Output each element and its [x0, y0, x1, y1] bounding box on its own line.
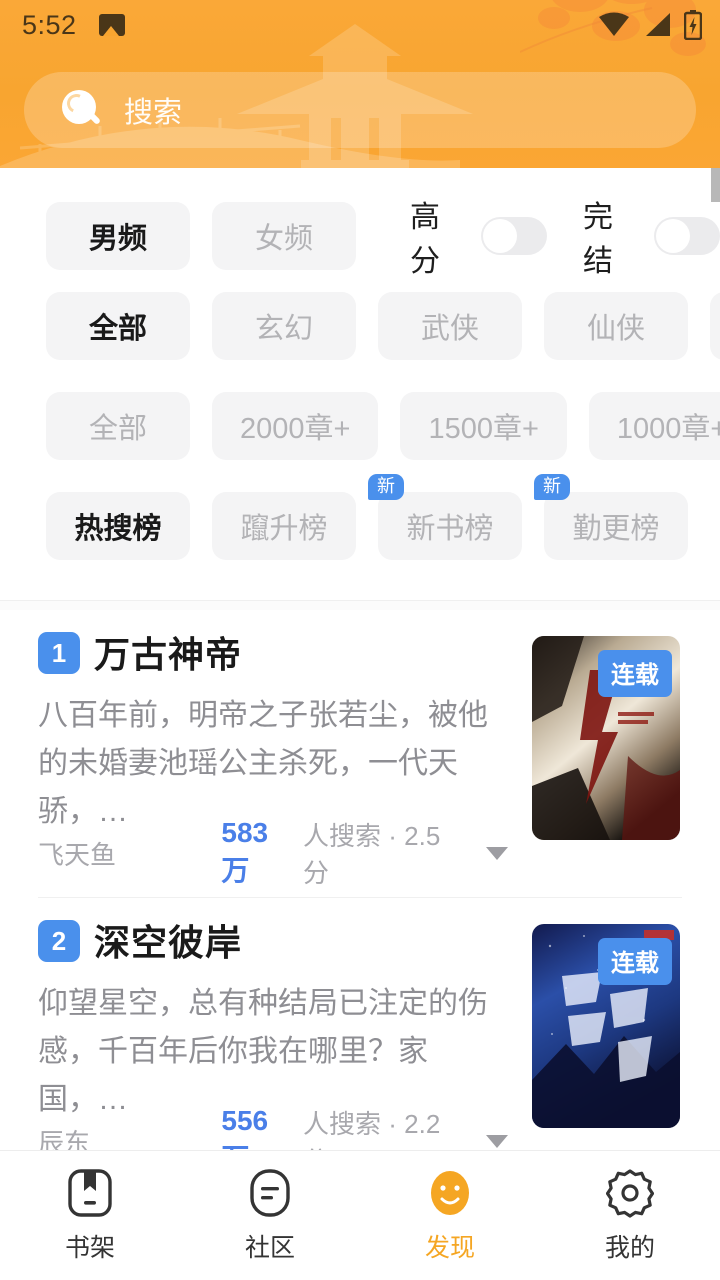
book-description: 八百年前，明帝之子张若尘，被他的未婚妻池瑶公主杀死，一代天骄，…: [38, 699, 488, 828]
new-badge: 新: [368, 474, 404, 500]
chip-category-xuanhuan[interactable]: 玄幻: [212, 292, 356, 360]
chip-rank-frequent-label: 勤更榜: [572, 513, 660, 545]
chip-category-qihuan[interactable]: 奇幻: [710, 292, 720, 360]
bottom-navigation: 书架 社区 发现 我的: [0, 1150, 720, 1280]
smiley-discover-icon: [431, 1170, 469, 1215]
book-list-item[interactable]: 2 深空彼岸 仰望星空，总有种结局已注定的伤感，千百年后你我在哪里？家国，… 辰…: [0, 898, 720, 1150]
image-icon: [98, 14, 125, 36]
filter-row-category: 全部 玄幻 武侠 仙侠 奇幻: [0, 292, 720, 360]
gear-profile-icon: [606, 1168, 654, 1218]
rank-badge: 2: [38, 920, 80, 962]
cellular-signal-icon: [646, 13, 670, 36]
toggle-finished[interactable]: 完结: [583, 192, 720, 280]
chip-category-xianxia[interactable]: 仙侠: [544, 292, 688, 360]
search-icon: [62, 90, 102, 130]
chip-length-2000[interactable]: 2000章+: [212, 392, 379, 460]
filter-row-ranking: 热搜榜 躥升榜 新 新书榜 新 勤更榜: [0, 474, 688, 560]
book-author: 辰东: [38, 1127, 91, 1151]
book-meta-rest: 人搜索 · 2.5分: [303, 821, 441, 888]
chip-length-1500[interactable]: 1500章+: [400, 392, 567, 460]
battery-charging-icon: [684, 10, 702, 40]
chip-category-wuxia[interactable]: 武侠: [378, 292, 522, 360]
book-list-item[interactable]: 1 万古神帝 八百年前，明帝之子张若尘，被他的未婚妻池瑶公主杀死，一代天骄，… …: [0, 610, 720, 898]
nav-item-profile[interactable]: 我的: [540, 1168, 720, 1264]
filter-row-audience: 男频 女频 高分 完结: [0, 192, 720, 280]
book-meta-rest: 人搜索 · 2.2分: [303, 1109, 441, 1150]
search-bar[interactable]: 搜索: [24, 72, 696, 148]
wifi-icon: [599, 12, 629, 36]
bookshelf-icon: [68, 1168, 112, 1217]
book-meta: 辰东 556万 人搜索 · 2.2分: [38, 1104, 508, 1150]
chip-rank-newbook-label: 新书榜: [406, 513, 494, 545]
chip-length-1000[interactable]: 1000章+: [588, 392, 720, 460]
chip-rank-newbook[interactable]: 新 新书榜: [368, 474, 522, 560]
chip-rank-frequent[interactable]: 新 勤更榜: [534, 474, 688, 560]
status-badge: 连载: [598, 650, 672, 697]
nav-item-profile-label: 我的: [604, 1233, 655, 1262]
app-header: 5:52 搜索: [0, 0, 720, 168]
chip-audience-male[interactable]: 男频: [46, 202, 190, 270]
chip-audience-female[interactable]: 女频: [212, 202, 356, 270]
nav-item-discover-label: 发现: [424, 1233, 475, 1262]
toggle-finished-switch[interactable]: [654, 217, 720, 255]
book-cover[interactable]: 连载: [532, 636, 680, 840]
chip-rank-hot[interactable]: 热搜榜: [46, 492, 190, 560]
book-author: 飞天鱼: [38, 839, 117, 870]
search-input[interactable]: 搜索: [124, 89, 182, 131]
panel-gap: [0, 601, 720, 610]
nav-item-community[interactable]: 社区: [180, 1168, 360, 1264]
nav-item-community-label: 社区: [244, 1233, 295, 1262]
chip-category-all[interactable]: 全部: [46, 292, 190, 360]
chip-length-all[interactable]: 全部: [46, 392, 190, 460]
nav-item-bookshelf-label: 书架: [64, 1233, 115, 1262]
status-bar: 5:52: [0, 0, 720, 50]
book-title[interactable]: 深空彼岸: [94, 914, 242, 966]
nav-item-bookshelf[interactable]: 书架: [0, 1168, 180, 1264]
book-cover[interactable]: 连载: [532, 924, 680, 1128]
book-title[interactable]: 万古神帝: [94, 626, 242, 678]
community-icon: [250, 1168, 290, 1217]
toggle-high-score-label: 高分: [410, 201, 440, 278]
expand-caret-icon[interactable]: [486, 1134, 508, 1148]
filter-panel: 男频 女频 高分 完结 全部 玄幻 武侠 仙侠 奇幻 全部 2000章+ 150…: [0, 168, 720, 600]
book-meta: 飞天鱼 583万 人搜索 · 2.5分: [38, 816, 508, 890]
book-list[interactable]: 1 万古神帝 八百年前，明帝之子张若尘，被他的未婚妻池瑶公主杀死，一代天骄，… …: [0, 610, 720, 1150]
chip-rank-rising[interactable]: 躥升榜: [212, 492, 356, 560]
book-search-count: 556万: [221, 1105, 269, 1150]
status-system-icons: [598, 10, 702, 40]
nav-item-discover[interactable]: 发现: [360, 1168, 540, 1264]
new-badge: 新: [534, 474, 570, 500]
status-clock: 5:52: [22, 9, 77, 40]
book-description: 仰望星空，总有种结局已注定的伤感，千百年后你我在哪里？家国，…: [38, 987, 488, 1116]
toggle-finished-label: 完结: [583, 201, 613, 278]
toggle-high-score[interactable]: 高分: [410, 192, 547, 280]
status-badge: 连载: [598, 938, 672, 985]
toggle-high-score-switch[interactable]: [481, 217, 547, 255]
expand-caret-icon[interactable]: [486, 846, 508, 860]
vertical-scrollbar-thumb[interactable]: [711, 168, 720, 202]
rank-badge: 1: [38, 632, 80, 674]
book-search-count: 583万: [221, 817, 269, 886]
filter-row-length: 全部 2000章+ 1500章+ 1000章+ 5: [0, 392, 720, 460]
